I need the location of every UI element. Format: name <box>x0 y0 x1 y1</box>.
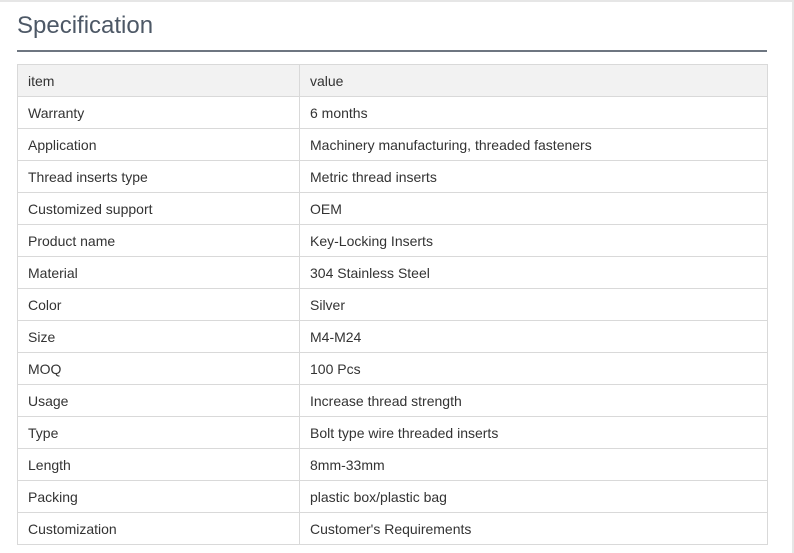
row-value: Customer's Requirements <box>299 512 768 545</box>
row-item: Type <box>17 416 300 449</box>
table-row: Material 304 Stainless Steel <box>17 256 768 289</box>
row-value: plastic box/plastic bag <box>299 480 768 513</box>
row-value: Bolt type wire threaded inserts <box>299 416 768 449</box>
row-value: Increase thread strength <box>299 384 768 417</box>
row-value: M4-M24 <box>299 320 768 353</box>
row-item: Size <box>17 320 300 353</box>
table-row: Color Silver <box>17 288 768 321</box>
table-row: Product name Key-Locking Inserts <box>17 224 768 257</box>
row-value: OEM <box>299 192 768 225</box>
table-row: Type Bolt type wire threaded inserts <box>17 416 768 449</box>
table-row: Usage Increase thread strength <box>17 384 768 417</box>
specification-table: item value Warranty 6 months Application… <box>17 64 768 545</box>
table-row: Customization Customer's Requirements <box>17 512 768 545</box>
row-value: 100 Pcs <box>299 352 768 385</box>
row-item: Usage <box>17 384 300 417</box>
row-item: Customization <box>17 512 300 545</box>
row-item: Length <box>17 448 300 481</box>
row-value: 8mm-33mm <box>299 448 768 481</box>
row-item: Customized support <box>17 192 300 225</box>
table-row: Length 8mm-33mm <box>17 448 768 481</box>
row-value: 304 Stainless Steel <box>299 256 768 289</box>
header-value: value <box>299 64 768 97</box>
table-row: Thread inserts type Metric thread insert… <box>17 160 768 193</box>
row-item: Product name <box>17 224 300 257</box>
row-item: Application <box>17 128 300 161</box>
table-row: Application Machinery manufacturing, thr… <box>17 128 768 161</box>
table-header-row: item value <box>17 64 768 97</box>
row-value: Metric thread inserts <box>299 160 768 193</box>
row-item: MOQ <box>17 352 300 385</box>
row-value: Key-Locking Inserts <box>299 224 768 257</box>
table-row: Size M4-M24 <box>17 320 768 353</box>
row-item: Warranty <box>17 96 300 129</box>
section-title: Specification <box>17 0 767 52</box>
header-item: item <box>17 64 300 97</box>
table-row: Packing plastic box/plastic bag <box>17 480 768 513</box>
table-row: Customized support OEM <box>17 192 768 225</box>
table-row: Warranty 6 months <box>17 96 768 129</box>
row-item: Thread inserts type <box>17 160 300 193</box>
row-item: Packing <box>17 480 300 513</box>
row-item: Material <box>17 256 300 289</box>
table-row: MOQ 100 Pcs <box>17 352 768 385</box>
specification-section: Specification item value Warranty 6 mont… <box>17 0 768 545</box>
row-item: Color <box>17 288 300 321</box>
row-value: Machinery manufacturing, threaded fasten… <box>299 128 768 161</box>
row-value: Silver <box>299 288 768 321</box>
row-value: 6 months <box>299 96 768 129</box>
